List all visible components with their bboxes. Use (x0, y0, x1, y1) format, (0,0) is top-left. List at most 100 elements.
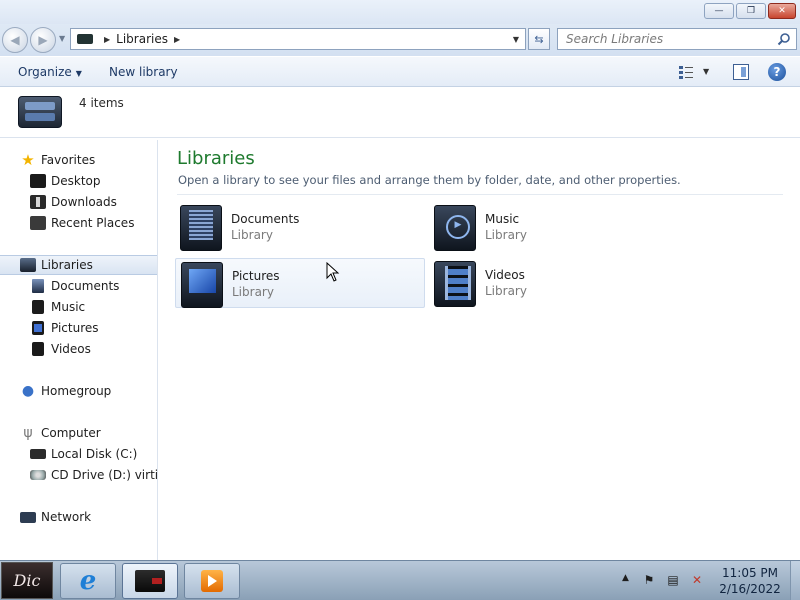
library-name: Documents (231, 212, 300, 226)
library-documents[interactable]: Documents Library (175, 202, 425, 252)
computer-icon: ψ (23, 425, 33, 441)
sidebar-item-documents[interactable]: Documents (0, 276, 157, 296)
restore-button[interactable]: ❐ (736, 3, 766, 19)
divider (177, 194, 783, 195)
sidebar-item-recent-places[interactable]: Recent Places (0, 213, 157, 233)
sidebar-item-pictures[interactable]: Pictures (0, 318, 157, 338)
sidebar-item-network[interactable]: Network (0, 507, 157, 527)
music-library-icon (434, 205, 476, 251)
refresh-button[interactable]: ⇆ (528, 28, 550, 50)
library-music[interactable]: Music Library (429, 202, 679, 252)
window-controls: — ❐ ✕ (704, 3, 796, 19)
cd-drive-icon (30, 470, 46, 480)
system-clock[interactable]: 11:05 PM 2/16/2022 (710, 565, 790, 597)
videos-library-icon (434, 261, 476, 307)
documents-icon (32, 279, 44, 293)
page-subtitle: Open a library to see your files and arr… (178, 173, 681, 187)
library-pictures[interactable]: Pictures Library (175, 258, 425, 308)
internet-explorer-icon: e (79, 566, 97, 596)
media-player-icon (201, 570, 223, 592)
show-hidden-icons-icon[interactable]: ▲ (622, 573, 629, 583)
sidebar-item-label: Recent Places (51, 216, 135, 230)
sidebar-item-label: Music (51, 300, 86, 314)
preview-pane-icon[interactable] (733, 64, 749, 80)
search-input[interactable] (566, 32, 766, 46)
library-name: Pictures (232, 269, 280, 283)
taskbar-media-player[interactable] (184, 563, 240, 599)
folder-icon (135, 570, 165, 592)
libraries-icon (20, 258, 36, 272)
item-count: 4 items (79, 96, 124, 110)
sidebar-item-label: Homegroup (41, 384, 112, 398)
sidebar-item-label: Network (41, 510, 92, 524)
breadcrumb-chevron-icon[interactable]: ▶ (104, 35, 110, 44)
sidebar-item-favorites[interactable]: ★ Favorites (0, 150, 157, 170)
sidebar-item-cd-drive[interactable]: CD Drive (D:) virtio-w (0, 465, 158, 485)
address-dropdown-icon[interactable]: ▼ (513, 35, 519, 44)
help-icon[interactable]: ? (768, 63, 786, 81)
library-type: Library (485, 284, 527, 298)
sidebar-item-label: Local Disk (C:) (51, 447, 138, 461)
libraries-large-icon (18, 96, 62, 128)
forward-button[interactable]: ▶ (30, 27, 56, 53)
desktop-icon (30, 174, 46, 188)
sidebar-item-desktop[interactable]: Desktop (0, 171, 157, 191)
change-view-icon[interactable] (678, 64, 694, 80)
network-status-icon[interactable]: ▤ (666, 573, 680, 587)
downloads-icon (30, 195, 46, 209)
library-type: Library (232, 285, 274, 299)
details-header: 4 items (0, 88, 800, 138)
sidebar-item-label: Downloads (51, 195, 117, 209)
content-pane: Libraries Open a library to see your fil… (159, 140, 800, 560)
mouse-cursor-icon (326, 262, 340, 282)
sidebar-item-libraries[interactable]: Libraries (0, 255, 157, 275)
star-icon: ★ (21, 151, 35, 169)
breadcrumb-libraries[interactable]: Libraries (116, 32, 168, 46)
homegroup-icon: ● (21, 383, 35, 399)
minimize-button[interactable]: — (704, 3, 734, 19)
sidebar-item-label: Libraries (41, 258, 93, 272)
taskbar-internet-explorer[interactable]: e (60, 563, 116, 599)
search-box[interactable] (557, 28, 797, 50)
hard-drive-icon (30, 449, 46, 459)
show-desktop-button[interactable] (790, 561, 800, 600)
chevron-down-icon: ▼ (75, 69, 82, 78)
back-button[interactable]: ◀ (2, 27, 28, 53)
clock-time: 11:05 PM (722, 566, 778, 580)
documents-library-icon (180, 205, 222, 251)
breadcrumb-chevron-icon[interactable]: ▶ (174, 35, 180, 44)
sidebar-item-label: Pictures (51, 321, 99, 335)
new-library-button[interactable]: New library (109, 65, 178, 79)
search-icon[interactable] (777, 32, 791, 46)
sidebar-item-music[interactable]: Music (0, 297, 157, 317)
address-bar[interactable]: ▶ Libraries ▶ ▼ (70, 28, 526, 50)
navigation-pane: ★ Favorites Desktop Downloads Recent Pla… (0, 140, 158, 560)
sidebar-item-videos[interactable]: Videos (0, 339, 157, 359)
taskbar-windows-explorer[interactable] (122, 563, 178, 599)
sidebar-item-homegroup[interactable]: ● Homegroup (0, 381, 157, 401)
views-dropdown-icon[interactable]: ▼ (703, 67, 709, 76)
start-button[interactable]: Dic (1, 562, 53, 599)
videos-icon (32, 342, 44, 356)
network-icon (20, 511, 36, 523)
volume-muted-icon[interactable]: ✕ (690, 573, 704, 587)
library-name: Videos (485, 268, 525, 282)
library-type: Library (231, 228, 273, 242)
organize-button[interactable]: Organize ▼ (18, 65, 82, 79)
close-button[interactable]: ✕ (768, 3, 796, 19)
system-tray: ▲ ⚑ ▤ ✕ 11:05 PM 2/16/2022 (600, 561, 800, 600)
pictures-library-icon (181, 262, 223, 308)
navigation-bar: ◀ ▶ ▼ ▶ Libraries ▶ ▼ ⇆ (0, 24, 800, 56)
sidebar-item-label: Desktop (51, 174, 101, 188)
sidebar-item-label: CD Drive (D:) virtio-w (51, 468, 158, 482)
title-bar: — ❐ ✕ (0, 0, 800, 24)
sidebar-item-downloads[interactable]: Downloads (0, 192, 157, 212)
sidebar-item-label: Videos (51, 342, 91, 356)
recent-pages-dropdown-icon[interactable]: ▼ (59, 34, 65, 43)
library-videos[interactable]: Videos Library (429, 258, 679, 308)
libraries-icon (77, 34, 93, 44)
sidebar-item-label: Favorites (41, 153, 96, 167)
action-center-flag-icon[interactable]: ⚑ (642, 573, 656, 587)
sidebar-item-computer[interactable]: ψ Computer (0, 423, 157, 443)
sidebar-item-local-disk[interactable]: Local Disk (C:) (0, 444, 157, 464)
